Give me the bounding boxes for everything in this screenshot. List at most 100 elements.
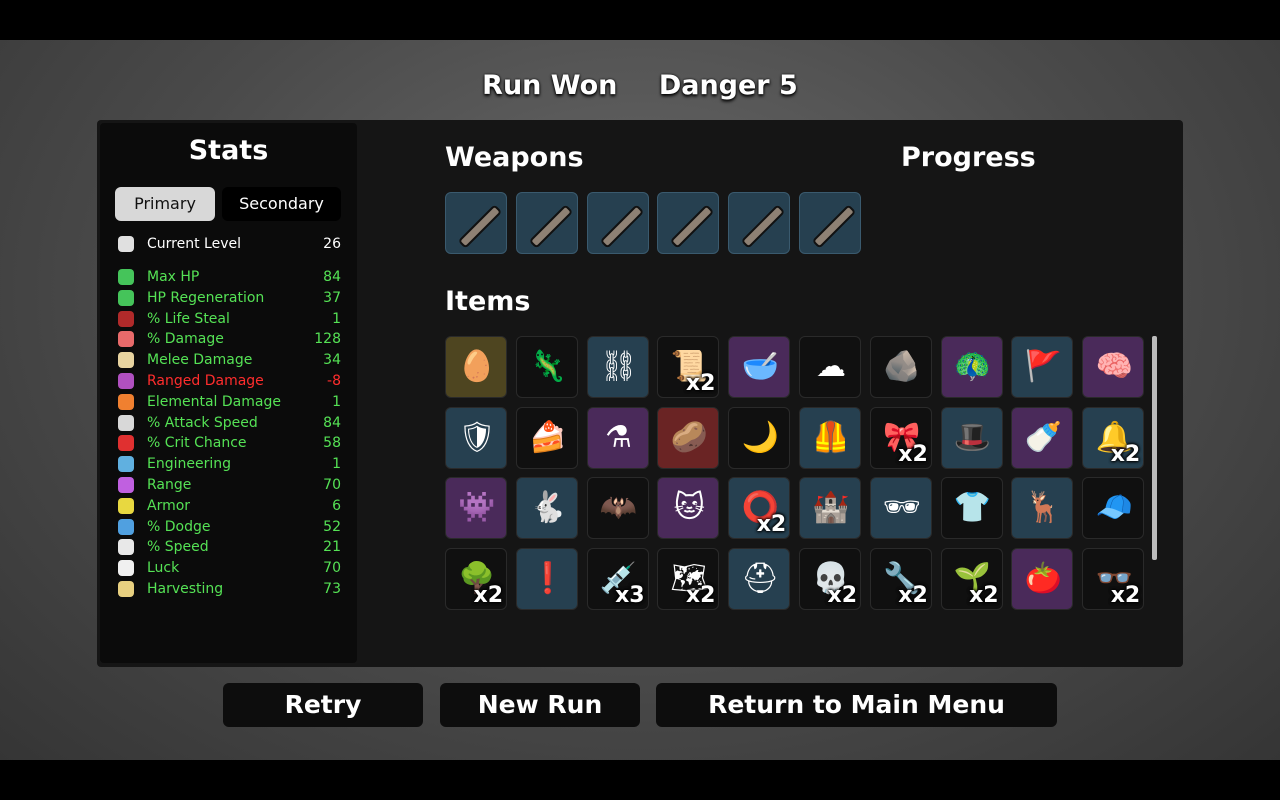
retry-button[interactable]: Retry: [223, 683, 423, 727]
tomato-icon: 🍅: [1024, 560, 1063, 596]
tab-secondary[interactable]: Secondary: [222, 187, 341, 221]
item-grid-scrollbar[interactable]: [1152, 336, 1157, 560]
alarm-slime-icon: ❗: [529, 560, 567, 596]
item-slot[interactable]: 👾: [445, 477, 507, 540]
banner-icon: 🚩: [1024, 349, 1063, 384]
tab-primary[interactable]: Primary: [115, 187, 215, 221]
stats-title: Stats: [188, 135, 269, 166]
item-slot[interactable]: ☁: [799, 336, 861, 398]
weapon-slot[interactable]: [445, 192, 507, 254]
stat-label: Melee Damage: [147, 352, 253, 369]
weapon-slot[interactable]: [586, 192, 649, 254]
weapon-slot[interactable]: [799, 192, 861, 254]
item-slot[interactable]: 🔔 x2: [1082, 406, 1145, 469]
claw-icon: 🌙: [741, 419, 779, 455]
stat-value: 58: [323, 435, 341, 452]
item-slot[interactable]: ❗: [515, 547, 578, 610]
stat-value: 37: [323, 289, 341, 306]
stat-value: 70: [323, 560, 341, 577]
item-slot[interactable]: 🧠: [1082, 336, 1145, 398]
cake-icon: 🍰: [529, 419, 567, 455]
item-slot[interactable]: 🐱: [657, 477, 720, 540]
boot-icon: [118, 539, 134, 556]
stats-panel: Stats Primary Secondary Current Level 26 M…: [100, 123, 357, 663]
item-slot[interactable]: 🦌: [1011, 477, 1074, 540]
dice-icon: [118, 560, 134, 577]
item-slot[interactable]: 🌙: [728, 406, 791, 469]
new-run-button[interactable]: New Run: [440, 683, 640, 727]
item-count-badge: x2: [756, 512, 787, 538]
stick-weapon-icon: [599, 204, 644, 249]
antlers-icon: 🦌: [1024, 490, 1063, 526]
flannel-shirt-icon: 👕: [953, 490, 992, 526]
item-slot[interactable]: 💀 x2: [799, 547, 861, 610]
item-slot[interactable]: 🕶: [869, 477, 932, 540]
rock-icon: 🪨: [883, 349, 921, 384]
potato-icon: 🥔: [670, 419, 709, 455]
item-slot[interactable]: 👕: [940, 477, 1003, 540]
weapon-slot[interactable]: [657, 192, 720, 254]
item-slot[interactable]: 🦇: [586, 477, 649, 540]
stat-value: 21: [323, 539, 341, 556]
heart-icon: [118, 269, 134, 285]
sandcastle-icon: 🏰: [812, 490, 850, 526]
item-slot[interactable]: 🦺: [799, 406, 861, 469]
wheat-icon: [118, 581, 134, 597]
fangs-icon: [118, 310, 134, 327]
item-slot[interactable]: 🪨: [869, 336, 932, 398]
item-slot[interactable]: ⛑: [728, 547, 791, 610]
return-to-main-menu-button[interactable]: Return to Main Menu: [656, 683, 1057, 727]
wrench-icon: [118, 456, 134, 473]
item-slot[interactable]: ⭕ x2: [728, 477, 791, 540]
item-slot[interactable]: 🍰: [515, 406, 578, 469]
weapon-slot[interactable]: [515, 192, 578, 254]
item-slot[interactable]: 🦚: [940, 336, 1003, 398]
ring-tower-icon: ⛓: [599, 349, 638, 384]
level-icon: [118, 236, 134, 252]
sword-icon: [118, 352, 134, 369]
stat-value: 1: [332, 310, 341, 327]
weapons-title: Weapons: [445, 142, 584, 173]
item-slot[interactable]: 🎀 x2: [869, 406, 932, 469]
item-slot[interactable]: 🎩: [940, 406, 1003, 469]
muscle-icon: [118, 331, 134, 348]
item-slot[interactable]: 🛡: [445, 406, 507, 469]
item-slot[interactable]: 🍼: [1011, 406, 1074, 469]
range-waves-icon: [118, 477, 134, 493]
item-slot[interactable]: 🐇: [515, 477, 578, 540]
sunglasses-icon: 🕶: [882, 490, 921, 526]
stat-row: % Life Steal 1: [118, 310, 342, 330]
item-slot[interactable]: 🗺 x2: [657, 547, 720, 610]
stat-label: Max HP: [147, 269, 200, 285]
stat-value: -8: [327, 373, 341, 389]
stat-label: Current Level: [147, 236, 241, 252]
stat-value: 34: [323, 352, 341, 369]
item-slot[interactable]: 🚩: [1011, 336, 1074, 398]
stick-weapon-icon: [457, 204, 503, 249]
item-slot[interactable]: 💉 x3: [586, 547, 649, 610]
item-slot[interactable]: 🌳 x2: [445, 547, 507, 610]
item-count-badge: x2: [898, 582, 928, 608]
item-count-badge: x3: [615, 582, 645, 608]
item-slot[interactable]: 🥔: [657, 406, 720, 469]
brain-icon: 🧠: [1095, 349, 1133, 384]
item-slot[interactable]: 🧢: [1082, 477, 1145, 540]
dodge-wind-icon: [118, 518, 134, 535]
item-slot[interactable]: 🌱 x2: [940, 547, 1003, 610]
item-slot[interactable]: 🥣: [728, 336, 791, 398]
item-slot[interactable]: ⚗: [586, 406, 649, 469]
stat-row: % Damage 128: [118, 330, 342, 350]
item-slot[interactable]: 🍅: [1011, 547, 1074, 610]
item-slot[interactable]: 🔧 x2: [869, 547, 932, 610]
weapon-slot[interactable]: [728, 192, 791, 254]
item-slot[interactable]: 🦎: [515, 336, 578, 398]
propeller-hat-icon: 🧢: [1095, 490, 1133, 526]
stat-label: % Life Steal: [147, 310, 230, 327]
item-slot[interactable]: 📜 x2: [657, 336, 720, 398]
item-slot[interactable]: 🥚: [445, 336, 507, 398]
item-slot[interactable]: 🏰: [799, 477, 861, 540]
item-slot[interactable]: ⛓: [586, 336, 649, 398]
hourglass-icon: [118, 414, 134, 431]
item-slot[interactable]: 👓 x2: [1082, 547, 1145, 610]
stat-row: % Dodge 52: [118, 518, 342, 538]
